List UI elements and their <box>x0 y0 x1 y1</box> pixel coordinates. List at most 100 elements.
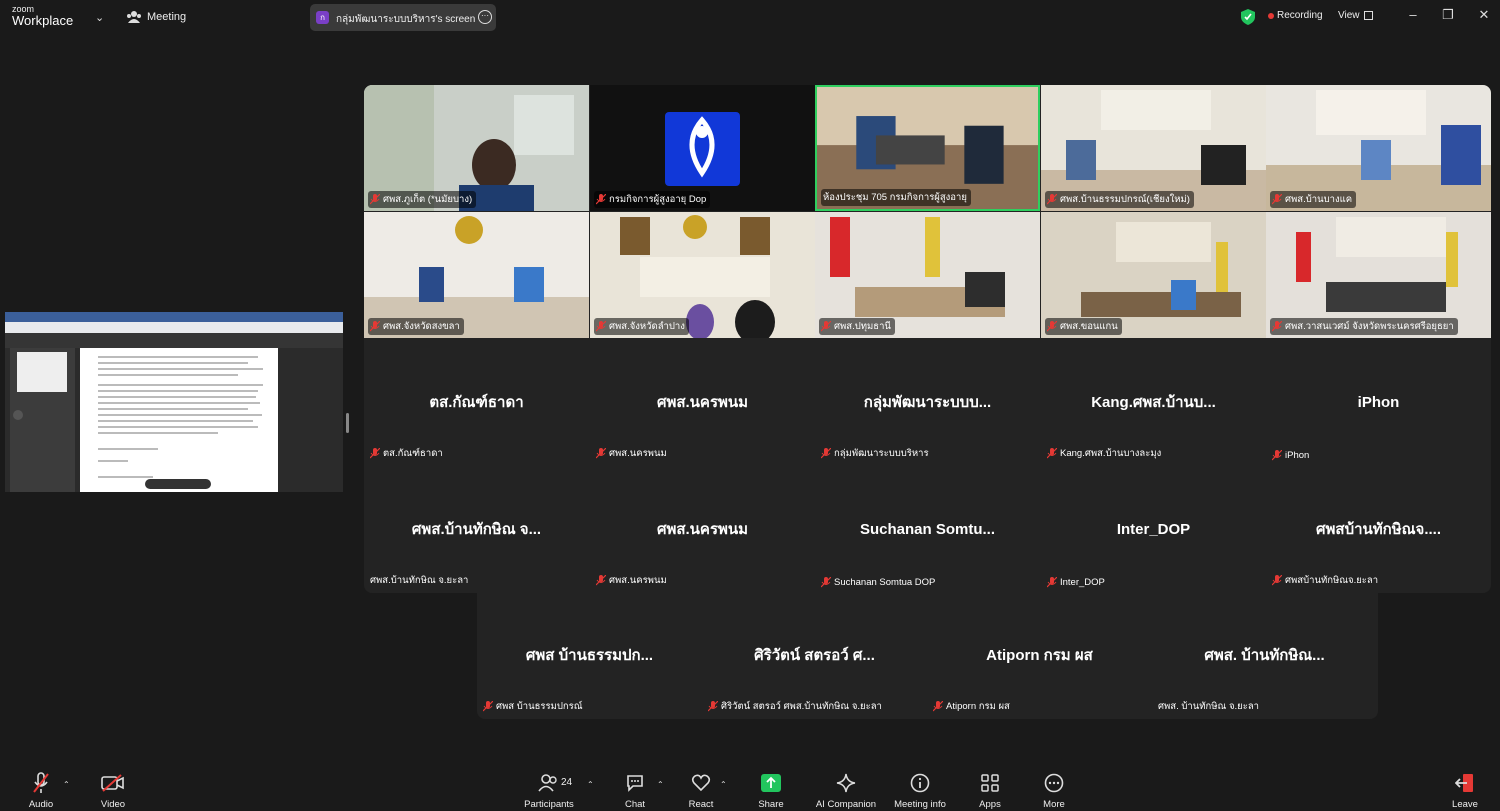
audio-button[interactable]: Audio <box>6 771 76 810</box>
participant-name: ศพส.วาสนเวศม์ จังหวัดพระนครศรีอยุธยา <box>1270 318 1458 335</box>
more-options-icon[interactable]: ··· <box>478 10 492 24</box>
participant-display-name: iPhon <box>1357 393 1400 411</box>
mic-muted-icon <box>1047 321 1057 332</box>
leave-button[interactable]: Leave <box>1430 771 1500 810</box>
gallery-view: ศพส.ภูเก็ต (*นมัยบาง) กรมกิจการผู้สูงอาย… <box>364 85 1491 593</box>
audio-label: Audio <box>28 799 54 810</box>
name-tile[interactable]: Suchanan Somtu... Suchanan Somtua DOP <box>815 466 1040 592</box>
name-tile[interactable]: ศพส.นครพนม ศพส.นครพนม <box>590 466 815 592</box>
mic-muted-icon <box>596 194 606 205</box>
screen-share-indicator[interactable]: ก กลุ่มพัฒนาระบบบริหาร's screen ··· <box>310 4 496 31</box>
chat-button[interactable]: Chat <box>600 771 670 810</box>
participant-name-text: ศิริวัตน์ สตรอว์ ศพส.บ้านทักษิณ จ.ยะลา <box>721 701 882 712</box>
video-tile[interactable]: ศพส.ปทุมธานี <box>815 212 1040 338</box>
react-options-caret[interactable]: ⌃ <box>720 780 727 789</box>
chat-label: Chat <box>624 799 646 810</box>
apps-label: Apps <box>979 799 1001 810</box>
participants-icon <box>538 774 557 792</box>
view-label[interactable]: View <box>1338 10 1360 21</box>
video-label: Video <box>100 799 126 810</box>
meeting-icon[interactable] <box>126 10 142 24</box>
name-tile[interactable]: ศพส. บ้านทักษิณ... ศพส. บ้านทักษิณ จ.ยะล… <box>1152 592 1377 718</box>
meeting-info-button[interactable]: Meeting info <box>885 771 955 810</box>
heart-icon <box>691 774 711 792</box>
mic-muted-icon <box>596 321 606 332</box>
audio-options-caret[interactable]: ⌃ <box>63 780 70 789</box>
participant-name: ศพส.นครพนม <box>594 572 671 589</box>
chat-options-caret[interactable]: ⌃ <box>657 780 664 789</box>
mic-muted-icon <box>821 321 831 332</box>
video-tile[interactable]: ศพส.จังหวัดสงขลา <box>364 212 589 338</box>
name-tile[interactable]: ศพส.บ้านทักษิณ จ... ศพส.บ้านทักษิณ จ.ยะล… <box>364 466 589 592</box>
ai-companion-button[interactable]: AI Companion <box>810 771 882 810</box>
mic-muted-icon <box>821 448 831 459</box>
participant-name-text: iPhon <box>1285 450 1310 461</box>
name-tile[interactable]: Inter_DOP Inter_DOP <box>1041 466 1266 592</box>
name-tile[interactable]: ศพส.นครพนม ศพส.นครพนม <box>590 339 815 465</box>
video-tile[interactable]: ศพส.ภูเก็ต (*นมัยบาง) <box>364 85 589 211</box>
react-button[interactable]: React <box>666 771 736 810</box>
chevron-down-icon[interactable]: ⌄ <box>95 11 104 24</box>
close-button[interactable]: ✕ <box>1474 7 1494 23</box>
video-button[interactable]: Video <box>78 771 148 810</box>
name-tile[interactable]: Atiporn กรม ผส Atiporn กรม ผส <box>927 592 1152 718</box>
participant-name-text: Kang.ศพส.บ้านบางละมุง <box>1060 448 1162 459</box>
video-tile-active-speaker[interactable]: ห้องประชุม 705 กรมกิจการผู้สูงอายุ <box>815 85 1040 211</box>
participant-name-text: ศพส.นครพนม <box>609 448 667 459</box>
meeting-label[interactable]: Meeting <box>147 11 186 23</box>
video-tile[interactable]: ศพส.บ้านบางแค <box>1266 85 1491 211</box>
view-layout-icon[interactable] <box>1364 11 1373 20</box>
video-tile[interactable]: กรมกิจการผู้สูงอายุ Dop <box>590 85 815 211</box>
name-tile[interactable]: ตส.กัณฑ์ธาดา ตส.กัณฑ์ธาดา <box>364 339 589 465</box>
shield-icon[interactable] <box>1241 9 1255 25</box>
participant-name-text: ศพส.จังหวัดสงขลา <box>383 321 460 332</box>
participant-name: ศพสบ้านทักษิณจ.ยะลา <box>1270 572 1382 589</box>
participant-name: iPhon <box>1270 449 1313 462</box>
participant-name-text: ศพส.บ้านทักษิณ จ.ยะลา <box>370 575 469 586</box>
zoom-logo: zoom Workplace <box>12 5 74 28</box>
name-tile[interactable]: ศพสบ้านทักษิณจ.... ศพสบ้านทักษิณจ.ยะลา <box>1266 466 1491 592</box>
mic-muted-icon <box>1272 194 1282 205</box>
participants-options-caret[interactable]: ⌃ <box>587 780 594 789</box>
video-tile[interactable]: ศพส.วาสนเวศม์ จังหวัดพระนครศรีอยุธยา <box>1266 212 1491 338</box>
pdf-zoom-controls <box>145 479 211 489</box>
more-button[interactable]: More <box>1019 771 1089 810</box>
minimize-button[interactable]: – <box>1403 7 1423 22</box>
mic-muted-icon <box>370 194 380 205</box>
logo-line2: Workplace <box>12 13 74 28</box>
mic-muted-icon <box>370 321 380 332</box>
name-tile[interactable]: กลุ่มพัฒนาระบบบ... กลุ่มพัฒนาระบบบริหาร <box>815 339 1040 465</box>
video-tile[interactable]: ศพส.ขอนแกน <box>1041 212 1266 338</box>
recording-label[interactable]: Recording <box>1277 10 1323 21</box>
browser-tabs <box>5 312 343 322</box>
participant-name: ศพส.นครพนม <box>594 445 671 462</box>
mic-muted-icon <box>933 701 943 712</box>
name-tile[interactable]: ศพส บ้านธรรมปก... ศพส บ้านธรรมปกรณ์ <box>477 592 702 718</box>
name-tile[interactable]: ศิริวัตน์ สตรอว์ ศ... ศิริวัตน์ สตรอว์ ศ… <box>702 592 927 718</box>
video-tile[interactable]: ศพส.จังหวัดลำปาง <box>590 212 815 338</box>
share-button[interactable]: Share <box>736 771 806 810</box>
resize-handle[interactable] <box>346 413 349 433</box>
participant-name: ศพส.บ้านบางแค <box>1270 191 1357 208</box>
shared-screen-preview[interactable] <box>5 312 343 492</box>
participants-button[interactable]: Participants <box>514 771 584 810</box>
mic-muted-icon <box>708 701 718 712</box>
participant-name: ศพส.ปทุมธานี <box>819 318 895 335</box>
leave-label: Leave <box>1452 799 1478 810</box>
more-icon <box>1044 773 1064 793</box>
pdf-page <box>80 348 278 492</box>
participant-name-text: Suchanan Somtua DOP <box>834 577 936 588</box>
participant-name-text: ศพส.นครพนม <box>609 575 667 586</box>
participant-name: ตส.กัณฑ์ธาดา <box>368 445 447 462</box>
name-tile[interactable]: Kang.ศพส.บ้านบ... Kang.ศพส.บ้านบางละมุง <box>1041 339 1266 465</box>
mic-muted-icon <box>1272 450 1282 461</box>
share-screen-icon <box>761 774 781 792</box>
mic-muted-icon <box>1047 194 1057 205</box>
video-tile[interactable]: ศพส.บ้านธรรมปกรณ์(เชียงใหม่) <box>1041 85 1266 211</box>
restore-button[interactable]: ❐ <box>1438 7 1458 23</box>
browser-address-bar <box>5 322 343 333</box>
name-tile[interactable]: iPhon iPhon <box>1266 339 1491 465</box>
participant-count: 24 <box>561 777 573 788</box>
mic-muted-icon <box>1272 575 1282 586</box>
apps-button[interactable]: Apps <box>955 771 1025 810</box>
